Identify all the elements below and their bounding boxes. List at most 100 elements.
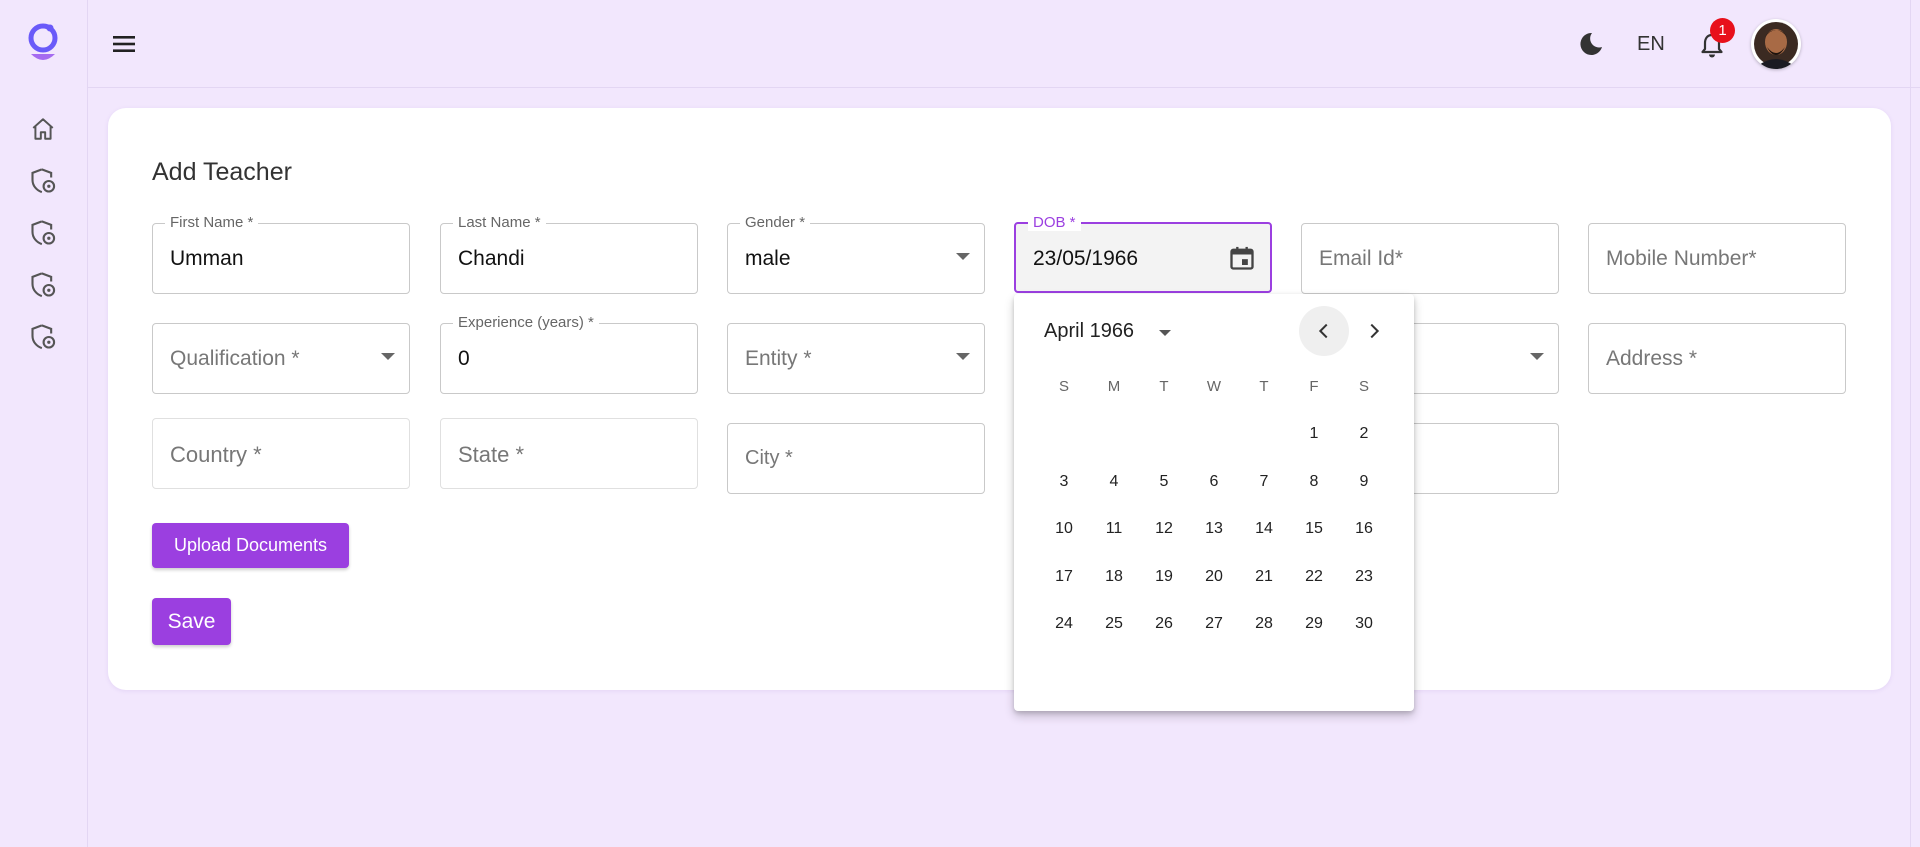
page-title: Add Teacher: [152, 158, 292, 186]
calendar-day[interactable]: 27: [1194, 604, 1234, 644]
calendar-day[interactable]: 18: [1094, 557, 1134, 597]
sidebar-item-shield-3[interactable]: [28, 270, 58, 300]
sidebar: [0, 0, 88, 847]
calendar-day[interactable]: 23: [1344, 557, 1384, 597]
weekday-header: S: [1058, 378, 1069, 395]
state-field[interactable]: State *: [440, 418, 698, 489]
picker-month-label[interactable]: April 1966: [1044, 320, 1134, 343]
dropdown-arrow-icon: [381, 353, 395, 360]
user-avatar[interactable]: [1751, 19, 1801, 69]
address-placeholder: Address *: [1606, 347, 1698, 370]
entity-placeholder: Entity *: [745, 347, 812, 370]
calendar-day[interactable]: 11: [1094, 509, 1134, 549]
calendar-day[interactable]: 4: [1094, 462, 1134, 502]
weekday-header: T: [1259, 378, 1269, 395]
dropdown-arrow-icon: [956, 353, 970, 360]
chevron-right-icon: [1370, 323, 1380, 339]
last-name-value: Chandi: [458, 247, 525, 270]
shield-settings-icon: [31, 168, 56, 194]
sidebar-item-shield-4[interactable]: [28, 322, 58, 352]
last-name-label: Last Name *: [453, 215, 546, 231]
weekday-header: T: [1159, 378, 1169, 395]
dob-field[interactable]: DOB * 23/05/1966: [1014, 215, 1272, 293]
calendar-day[interactable]: 29: [1294, 604, 1334, 644]
first-name-value: Umman: [170, 247, 244, 270]
calendar-day[interactable]: 9: [1344, 462, 1384, 502]
upload-documents-button[interactable]: Upload Documents: [152, 523, 349, 568]
calendar-day[interactable]: 10: [1044, 509, 1084, 549]
state-placeholder: State *: [458, 442, 525, 467]
date-picker-popup: April 1966 S M T W T F S 1 2 3 4 5 6 7 8 9 10 11 12 13 14 15 1…: [1014, 294, 1414, 711]
calendar-day[interactable]: 7: [1244, 462, 1284, 502]
next-month-button[interactable]: [1349, 306, 1399, 356]
calendar-day[interactable]: 17: [1044, 557, 1084, 597]
address-field[interactable]: Address *: [1588, 323, 1846, 394]
last-name-field[interactable]: Last Name * Chandi: [440, 215, 698, 294]
calendar-day[interactable]: 16: [1344, 509, 1384, 549]
home-icon: [32, 118, 54, 140]
calendar-day[interactable]: 26: [1144, 604, 1184, 644]
shield-settings-icon: [31, 272, 56, 298]
calendar-day[interactable]: 3: [1044, 462, 1084, 502]
city-field[interactable]: City *: [727, 423, 985, 494]
calendar-day[interactable]: 8: [1294, 462, 1334, 502]
calendar-day[interactable]: 21: [1244, 557, 1284, 597]
calendar-day[interactable]: 6: [1194, 462, 1234, 502]
email-field[interactable]: Email Id*: [1301, 223, 1559, 294]
previous-month-button[interactable]: [1299, 306, 1349, 356]
first-name-field[interactable]: First Name * Umman: [152, 215, 410, 294]
language-selector[interactable]: EN: [1637, 33, 1665, 56]
calendar-day[interactable]: 14: [1244, 509, 1284, 549]
city-placeholder: City *: [745, 447, 793, 469]
qualification-select[interactable]: Qualification *: [152, 323, 410, 394]
shield-settings-icon: [31, 324, 56, 350]
avatar-image: [1754, 22, 1798, 69]
calendar-day[interactable]: 19: [1144, 557, 1184, 597]
calendar-day[interactable]: 20: [1194, 557, 1234, 597]
calendar-icon[interactable]: [1228, 244, 1256, 272]
calendar-day[interactable]: 1: [1294, 414, 1334, 454]
app-logo[interactable]: [26, 22, 60, 64]
qualification-placeholder: Qualification *: [170, 347, 300, 370]
year-dropdown-icon[interactable]: [1159, 330, 1171, 336]
calendar-day[interactable]: 25: [1094, 604, 1134, 644]
mobile-number-placeholder: Mobile Number*: [1606, 247, 1757, 270]
experience-value: 0: [458, 347, 470, 370]
hamburger-menu-icon[interactable]: [110, 30, 138, 58]
sidebar-item-home[interactable]: [28, 114, 58, 144]
calendar-day[interactable]: 15: [1294, 509, 1334, 549]
country-field[interactable]: Country *: [152, 418, 410, 489]
entity-select[interactable]: Entity *: [727, 323, 985, 394]
gender-label: Gender *: [740, 215, 811, 231]
dropdown-arrow-icon: [956, 253, 970, 260]
experience-field[interactable]: Experience (years) * 0: [440, 315, 698, 394]
country-placeholder: Country *: [170, 442, 262, 467]
mobile-number-field[interactable]: Mobile Number*: [1588, 223, 1846, 294]
calendar-day[interactable]: 5: [1144, 462, 1184, 502]
chevron-left-icon: [1318, 323, 1328, 339]
calendar-day[interactable]: 28: [1244, 604, 1284, 644]
save-button[interactable]: Save: [152, 598, 231, 645]
weekday-header: M: [1107, 378, 1121, 395]
calendar-day[interactable]: 12: [1144, 509, 1184, 549]
gender-select[interactable]: Gender * male: [727, 215, 985, 294]
sidebar-item-shield-1[interactable]: [28, 166, 58, 196]
weekday-header: S: [1358, 378, 1369, 395]
calendar-day[interactable]: 22: [1294, 557, 1334, 597]
calendar-day[interactable]: 2: [1344, 414, 1384, 454]
dark-mode-moon-icon[interactable]: [1575, 29, 1605, 59]
dob-value: 23/05/1966: [1033, 247, 1139, 270]
gender-value: male: [745, 247, 791, 270]
calendar-day[interactable]: 13: [1194, 509, 1234, 549]
weekday-header: W: [1206, 378, 1222, 395]
scrollbar-track[interactable]: [1910, 0, 1920, 847]
add-teacher-card: [108, 108, 1891, 690]
dob-label: DOB *: [1028, 215, 1081, 231]
sidebar-item-shield-2[interactable]: [28, 218, 58, 248]
first-name-label: First Name *: [165, 215, 259, 231]
calendar-day[interactable]: 24: [1044, 604, 1084, 644]
experience-label: Experience (years) *: [453, 315, 599, 331]
calendar-day[interactable]: 30: [1344, 604, 1384, 644]
email-placeholder: Email Id*: [1319, 247, 1404, 270]
weekday-header: F: [1309, 378, 1319, 395]
